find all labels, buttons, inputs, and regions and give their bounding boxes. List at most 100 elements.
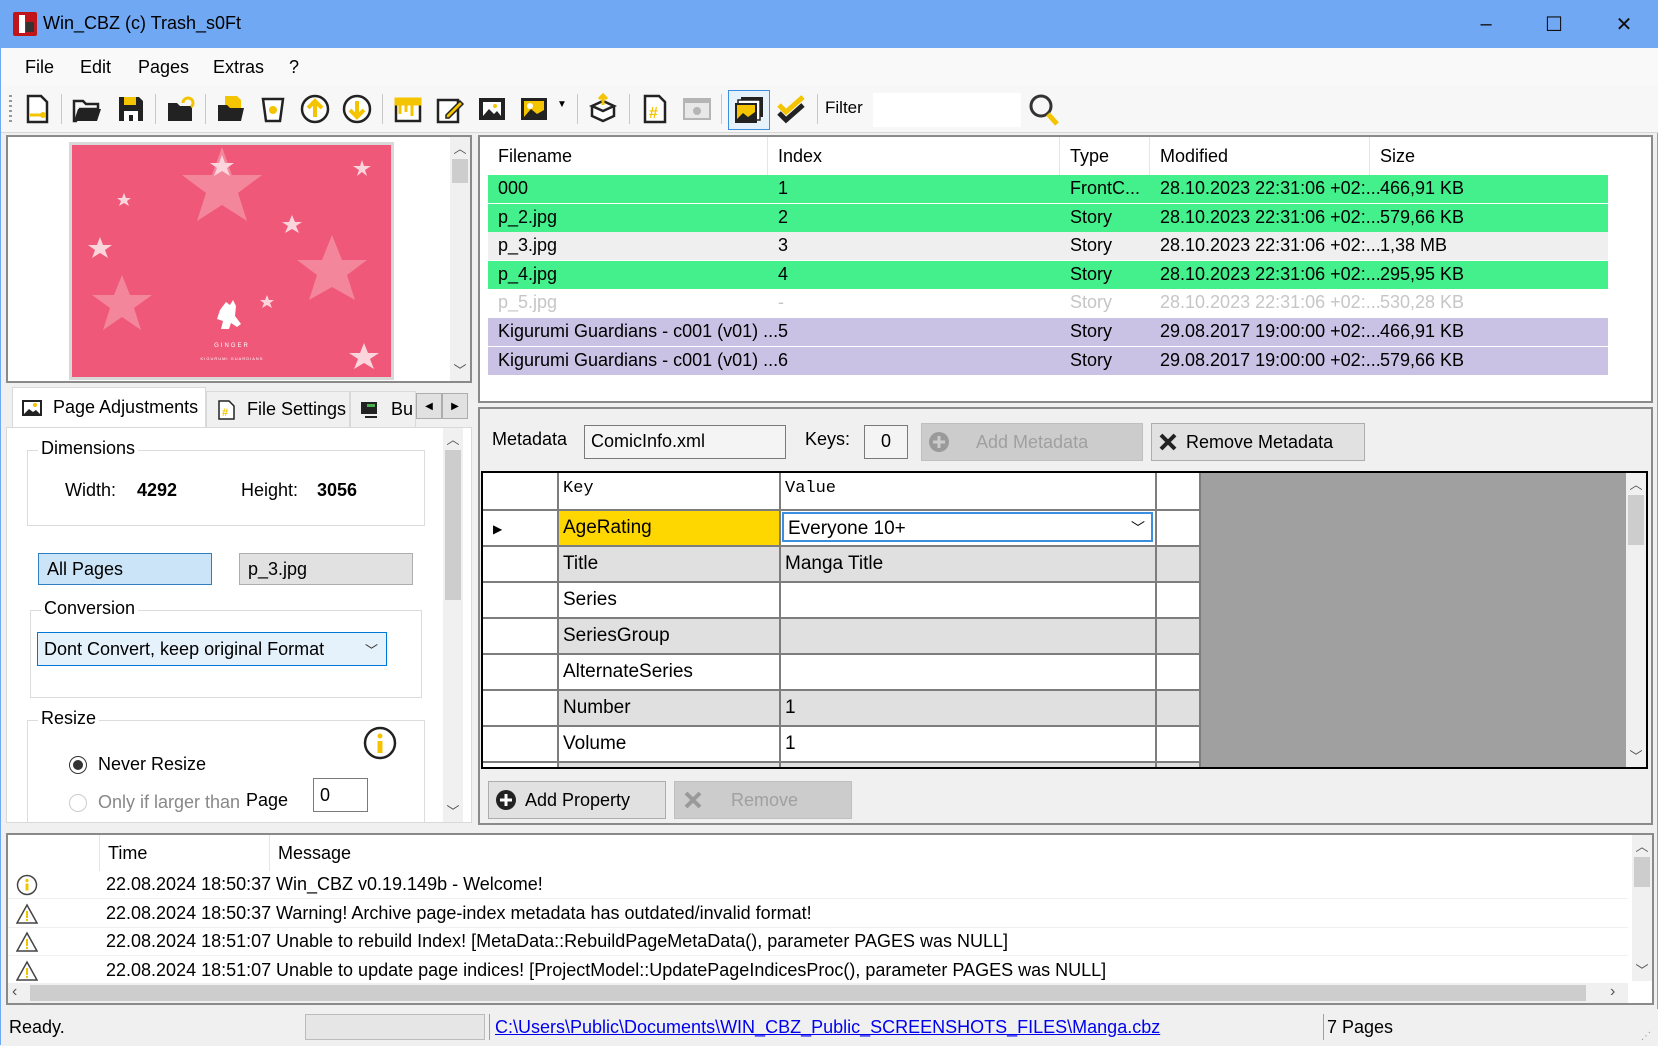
delete-button[interactable] [255,91,291,127]
move-up-button[interactable] [297,91,333,127]
grid-key-cell[interactable]: Title [559,547,781,583]
col-type[interactable]: Type [1060,137,1150,175]
only-if-larger-radio[interactable] [69,794,87,812]
save-button[interactable] [113,91,149,127]
edit-page-button[interactable] [432,91,468,127]
toolbar-grip[interactable] [9,95,12,123]
tab-page-adjustments[interactable]: Page Adjustments [12,387,206,427]
grid-value-dropdown[interactable]: Everyone 10+ ﹀ [781,511,1157,547]
archive-path-link[interactable]: C:\Users\Public\Documents\WIN_CBZ_Public… [495,1017,1160,1038]
scroll-up-arrow[interactable]: ︿ [1626,473,1646,493]
validate-button[interactable] [773,91,809,127]
col-time[interactable]: Time [100,835,270,871]
grid-scrollbar[interactable]: ︿ ﹀ [1626,473,1646,767]
menu-help[interactable]: ? [289,57,299,78]
scroll-up-arrow[interactable]: ︿ [443,428,463,448]
col-value[interactable]: Value [781,473,1157,511]
page-size-input[interactable] [313,778,368,812]
scroll-up-arrow[interactable]: ︿ [450,137,470,157]
scroll-thumb[interactable] [1634,857,1650,887]
file-row[interactable]: p_5.jpg - Story 28.10.2023 22:31:06 +02:...… [488,289,1608,318]
maximize-button[interactable]: ☐ [1519,1,1589,48]
scroll-down-arrow[interactable]: ﹀ [1626,745,1646,765]
scroll-down-arrow[interactable]: ﹀ [1632,959,1652,979]
grid-value-cell[interactable] [781,619,1157,655]
add-files-button[interactable] [213,91,249,127]
file-row[interactable]: p_3.jpg 3 Story 28.10.2023 22:31:06 +02:...… [488,232,1608,261]
scroll-thumb[interactable] [445,450,461,600]
page-thumbnail[interactable]: GINGER KIGURUMI GUARDIANS [69,142,394,380]
row-header[interactable] [483,619,559,655]
remove-metadata-button[interactable]: Remove Metadata [1151,423,1365,461]
row-header[interactable] [483,583,559,619]
reopen-button[interactable] [163,91,199,127]
col-filename[interactable]: Filename [488,137,768,175]
file-row[interactable]: Kigurumi Guardians - c001 (v01) ... 5 Stor… [488,318,1608,346]
image-dropdown-arrow[interactable]: ▼ [557,99,567,110]
grid-key-cell[interactable]: AlternateSeries [559,655,781,691]
log-row[interactable]: 22.08.2024 18:50:37 Warning! Archive page… [8,900,1628,928]
menu-file[interactable]: File [25,57,54,78]
menu-pages[interactable]: Pages [138,57,189,78]
add-property-button[interactable]: Add Property [488,781,666,819]
close-button[interactable]: ✕ [1589,1,1658,48]
search-button[interactable] [1025,91,1065,129]
image-button[interactable] [516,91,552,127]
file-row[interactable]: Kigurumi Guardians - c001 (v01) ... 6 Stor… [488,346,1608,375]
page-adj-scrollbar[interactable]: ︿ ﹀ [443,428,463,822]
grid-value-cell[interactable]: 1 [781,727,1157,763]
scroll-thumb[interactable] [30,985,1586,1001]
scroll-thumb[interactable] [452,159,468,183]
log-hscrollbar[interactable]: ‹ › [8,983,1628,1003]
scroll-down-arrow[interactable]: ﹀ [450,359,470,379]
col-size[interactable]: Size [1370,137,1600,175]
menu-extras[interactable]: Extras [213,57,264,78]
new-archive-button[interactable] [19,91,55,127]
log-row[interactable]: 22.08.2024 18:51:07 Unable to update page… [8,957,1628,985]
row-header[interactable] [483,691,559,727]
grid-value-cell[interactable] [781,655,1157,691]
metadata-file-field[interactable]: ComicInfo.xml [584,425,786,459]
preview-scrollbar[interactable]: ︿ ﹀ [450,137,470,381]
remove-property-button[interactable]: Remove [674,781,852,819]
scroll-left-arrow[interactable]: ‹ [12,983,17,1001]
row-header[interactable] [483,727,559,763]
tab-scroll-left[interactable]: ◀ [416,393,442,419]
row-header[interactable] [483,655,559,691]
file-row[interactable]: p_2.jpg 2 Story 28.10.2023 22:31:06 +02:...… [488,203,1608,232]
info-icon[interactable] [363,726,397,760]
resize-grip[interactable]: ⋰ [1641,1031,1651,1042]
grid-key-cell[interactable]: Series [559,583,781,619]
tab-scroll-right[interactable]: ▶ [442,393,468,419]
col-modified[interactable]: Modified [1150,137,1370,175]
grid-value-cell[interactable]: 1 [781,691,1157,727]
all-pages-button[interactable]: All Pages [38,553,212,585]
add-metadata-button[interactable]: Add Metadata [921,423,1143,461]
never-resize-radio[interactable] [69,756,87,774]
page-index-button[interactable]: # [637,91,673,127]
extract-button[interactable] [585,91,621,127]
scroll-up-arrow[interactable]: ︿ [1632,835,1652,855]
grid-value-cell[interactable]: Manga Title [781,547,1157,583]
col-message[interactable]: Message [270,835,1628,871]
scroll-thumb[interactable] [1628,495,1644,545]
row-header[interactable] [483,547,559,583]
filter-input[interactable] [873,93,1021,127]
grid-key-cell[interactable]: SeriesGroup [559,619,781,655]
menu-edit[interactable]: Edit [80,57,111,78]
tab-build[interactable]: Bu [350,391,416,427]
grid-key-cell[interactable]: Number [559,691,781,727]
scroll-down-arrow[interactable]: ﹀ [443,800,463,820]
info-button[interactable] [679,91,715,127]
scroll-right-arrow[interactable]: › [1610,983,1615,1001]
grid-value-cell[interactable] [781,583,1157,619]
file-row[interactable]: p_4.jpg 4 Story 28.10.2023 22:31:06 +02:...… [488,260,1608,289]
col-icon[interactable] [8,835,100,871]
row-header[interactable]: ▶ [483,511,559,547]
minimize-button[interactable]: – [1451,1,1521,48]
col-index[interactable]: Index [768,137,1060,175]
log-row[interactable]: 22.08.2024 18:50:37 Win_CBZ v0.19.149b - … [8,871,1628,899]
log-row[interactable]: 22.08.2024 18:51:07 Unable to rebuild Ind… [8,928,1628,957]
open-button[interactable] [69,91,105,127]
image-stack-button[interactable] [728,90,770,130]
